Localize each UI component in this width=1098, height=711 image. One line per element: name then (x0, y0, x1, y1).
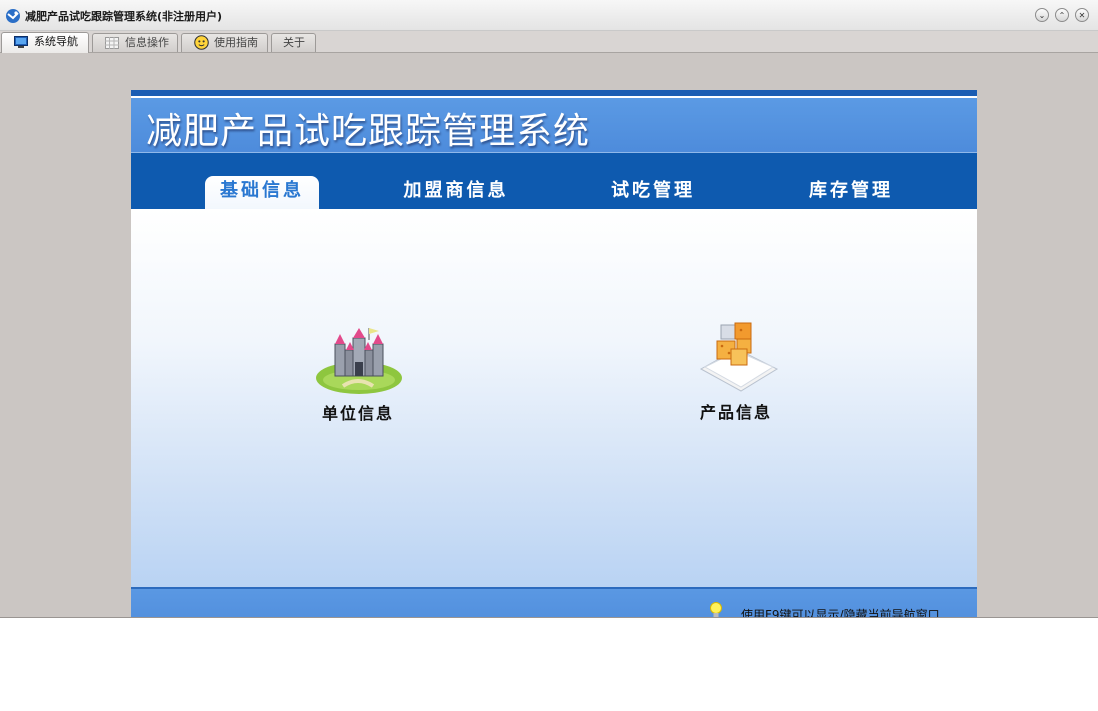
module-area: 单位信息 产品信息 (131, 209, 977, 587)
chevron-up-icon: ⌃ (1058, 11, 1066, 20)
category-nav: 基础信息 加盟商信息 试吃管理 库存管理 (131, 152, 977, 210)
app-logo-icon (6, 9, 20, 23)
close-button[interactable]: ✕ (1075, 8, 1089, 22)
tab-system-nav[interactable]: 系统导航 (1, 32, 89, 53)
chevron-down-icon: ⌄ (1038, 11, 1046, 20)
nav-tab-trial-management[interactable]: 试吃管理 (593, 176, 713, 209)
tab-label: 使用指南 (214, 36, 258, 49)
footer-bar: 使用F9键可以显示/隐藏当前导航窗口 (131, 587, 977, 618)
monitor-icon (14, 36, 28, 48)
nav-tab-inventory-management[interactable]: 库存管理 (791, 176, 911, 209)
module-unit-info[interactable]: 单位信息 (311, 326, 405, 424)
boxes-icon (699, 322, 779, 392)
tab-info-ops[interactable]: 信息操作 (92, 33, 178, 52)
window-title: 减肥产品试吃跟踪管理系统(非注册用户) (25, 10, 223, 23)
close-icon: ✕ (1078, 11, 1086, 20)
title-bar[interactable]: 减肥产品试吃跟踪管理系统(非注册用户) ⌄ ⌃ ✕ (0, 0, 1098, 31)
nav-tab-basic-info[interactable]: 基础信息 (205, 176, 319, 210)
module-label: 单位信息 (321, 404, 394, 423)
tab-user-guide[interactable]: 使用指南 (181, 33, 268, 52)
restore-button[interactable]: ⌃ (1055, 8, 1069, 22)
nav-tab-franchisee-info[interactable]: 加盟商信息 (386, 176, 526, 209)
module-product-info[interactable]: 产品信息 (689, 321, 783, 423)
tab-label: 系统导航 (34, 35, 78, 48)
tab-about[interactable]: 关于 (271, 33, 316, 52)
help-smiley-icon (194, 35, 209, 50)
banner-title: 减肥产品试吃跟踪管理系统 (146, 111, 591, 152)
castle-icon (316, 328, 402, 394)
tab-strip: 系统导航 信息操作 使用指南 关于 (0, 31, 1098, 53)
banner: 减肥产品试吃跟踪管理系统 (131, 96, 977, 154)
navigation-panel: 减肥产品试吃跟踪管理系统 基础信息 加盟商信息 试吃管理 库存管理 单位信息 产… (131, 90, 977, 618)
tab-label: 关于 (283, 36, 305, 49)
tab-label: 信息操作 (125, 36, 169, 49)
grid-icon (105, 37, 119, 49)
minimize-button[interactable]: ⌄ (1035, 8, 1049, 22)
footer-hint-text: 使用F9键可以显示/隐藏当前导航窗口 (741, 608, 940, 618)
app-window: 减肥产品试吃跟踪管理系统(非注册用户) ⌄ ⌃ ✕ 系统导航 信息操作 使用指南… (0, 0, 1098, 618)
lightbulb-icon (710, 602, 722, 617)
module-label: 产品信息 (699, 403, 772, 422)
